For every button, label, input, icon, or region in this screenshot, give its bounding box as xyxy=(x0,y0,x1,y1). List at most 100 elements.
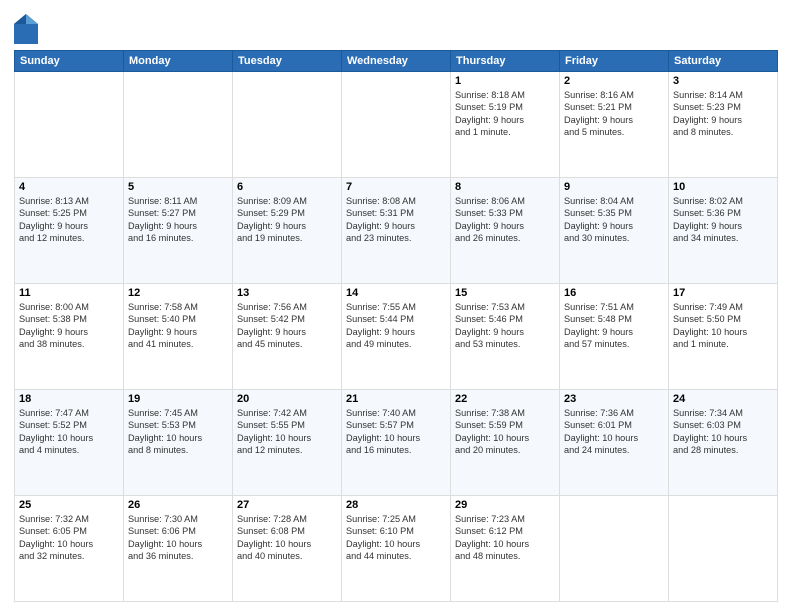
calendar-cell: 24Sunrise: 7:34 AMSunset: 6:03 PMDayligh… xyxy=(669,390,778,496)
calendar-cell xyxy=(560,496,669,602)
calendar-cell: 19 Sunrise: 7:45 AMSunset: 5:53 PMDayligh… xyxy=(124,390,233,496)
calendar-table: SundayMondayTuesdayWednesdayThursdayFrid… xyxy=(14,50,778,602)
calendar-header-saturday: Saturday xyxy=(669,51,778,72)
calendar-cell: 3 Sunrise: 8:14 AMSunset: 5:23 PMDaylight… xyxy=(669,72,778,178)
day-number: 7 xyxy=(346,181,446,193)
calendar-cell xyxy=(15,72,124,178)
day-number: 3 xyxy=(673,75,773,87)
calendar-cell xyxy=(342,72,451,178)
calendar-cell: 13 Sunrise: 7:56 AMSunset: 5:42 PMDayligh… xyxy=(233,284,342,390)
calendar-week-3: 11 Sunrise: 8:00 AMSunset: 5:38 PMDayligh… xyxy=(15,284,778,390)
day-info: Sunrise: 8:02 AMSunset: 5:36 PMDaylight:… xyxy=(673,195,773,245)
logo-icon xyxy=(14,14,38,44)
calendar-cell: 25 Sunrise: 7:32 AMSunset: 6:05 PMDayligh… xyxy=(15,496,124,602)
day-number: 22 xyxy=(455,393,555,405)
calendar-cell: 15 Sunrise: 7:53 AMSunset: 5:46 PMDayligh… xyxy=(451,284,560,390)
calendar-header-thursday: Thursday xyxy=(451,51,560,72)
calendar-cell: 20 Sunrise: 7:42 AMSunset: 5:55 PMDayligh… xyxy=(233,390,342,496)
calendar-cell: 17 Sunrise: 7:49 AMSunset: 5:50 PMDayligh… xyxy=(669,284,778,390)
day-number: 20 xyxy=(237,393,337,405)
day-info: Sunrise: 8:14 AMSunset: 5:23 PMDaylight:… xyxy=(673,89,773,139)
day-number: 11 xyxy=(19,287,119,299)
calendar-week-5: 25 Sunrise: 7:32 AMSunset: 6:05 PMDayligh… xyxy=(15,496,778,602)
day-info: Sunrise: 7:30 AMSunset: 6:06 PMDaylight:… xyxy=(128,513,228,563)
day-info: Sunrise: 8:16 AMSunset: 5:21 PMDaylight:… xyxy=(564,89,664,139)
day-info: Sunrise: 7:49 AMSunset: 5:50 PMDaylight:… xyxy=(673,301,773,351)
day-info: Sunrise: 7:58 AMSunset: 5:40 PMDaylight:… xyxy=(128,301,228,351)
day-number: 28 xyxy=(346,499,446,511)
calendar-week-1: 1 Sunrise: 8:18 AMSunset: 5:19 PMDaylight… xyxy=(15,72,778,178)
day-info: Sunrise: 7:23 AMSunset: 6:12 PMDaylight:… xyxy=(455,513,555,563)
calendar-header-monday: Monday xyxy=(124,51,233,72)
day-number: 2 xyxy=(564,75,664,87)
calendar-header-friday: Friday xyxy=(560,51,669,72)
calendar-cell: 27 Sunrise: 7:28 AMSunset: 6:08 PMDayligh… xyxy=(233,496,342,602)
calendar-cell: 2 Sunrise: 8:16 AMSunset: 5:21 PMDaylight… xyxy=(560,72,669,178)
day-number: 4 xyxy=(19,181,119,193)
day-number: 19 xyxy=(128,393,228,405)
day-info: Sunrise: 7:53 AMSunset: 5:46 PMDaylight:… xyxy=(455,301,555,351)
calendar-cell: 12 Sunrise: 7:58 AMSunset: 5:40 PMDayligh… xyxy=(124,284,233,390)
day-number: 25 xyxy=(19,499,119,511)
day-info: Sunrise: 8:00 AMSunset: 5:38 PMDaylight:… xyxy=(19,301,119,351)
day-number: 23 xyxy=(564,393,664,405)
calendar-cell: 10 Sunrise: 8:02 AMSunset: 5:36 PMDayligh… xyxy=(669,178,778,284)
calendar-cell: 21 Sunrise: 7:40 AMSunset: 5:57 PMDayligh… xyxy=(342,390,451,496)
calendar-cell xyxy=(669,496,778,602)
header xyxy=(14,10,778,44)
calendar-cell xyxy=(124,72,233,178)
day-number: 21 xyxy=(346,393,446,405)
day-number: 29 xyxy=(455,499,555,511)
day-number: 6 xyxy=(237,181,337,193)
day-number: 12 xyxy=(128,287,228,299)
day-info: Sunrise: 7:56 AMSunset: 5:42 PMDaylight:… xyxy=(237,301,337,351)
day-info: Sunrise: 7:34 AMSunset: 6:03 PMDaylight:… xyxy=(673,407,773,457)
day-info: Sunrise: 8:08 AMSunset: 5:31 PMDaylight:… xyxy=(346,195,446,245)
day-info: Sunrise: 7:47 AMSunset: 5:52 PMDaylight:… xyxy=(19,407,119,457)
page: SundayMondayTuesdayWednesdayThursdayFrid… xyxy=(0,0,792,612)
calendar-cell: 18Sunrise: 7:47 AMSunset: 5:52 PMDayligh… xyxy=(15,390,124,496)
day-info: Sunrise: 7:51 AMSunset: 5:48 PMDaylight:… xyxy=(564,301,664,351)
day-info: Sunrise: 7:45 AMSunset: 5:53 PMDaylight:… xyxy=(128,407,228,457)
day-number: 8 xyxy=(455,181,555,193)
calendar-cell: 26Sunrise: 7:30 AMSunset: 6:06 PMDayligh… xyxy=(124,496,233,602)
calendar-cell: 16 Sunrise: 7:51 AMSunset: 5:48 PMDayligh… xyxy=(560,284,669,390)
calendar-header-sunday: Sunday xyxy=(15,51,124,72)
calendar-week-2: 4 Sunrise: 8:13 AMSunset: 5:25 PMDaylight… xyxy=(15,178,778,284)
calendar-cell: 6 Sunrise: 8:09 AMSunset: 5:29 PMDaylight… xyxy=(233,178,342,284)
day-info: Sunrise: 7:42 AMSunset: 5:55 PMDaylight:… xyxy=(237,407,337,457)
day-info: Sunrise: 7:40 AMSunset: 5:57 PMDaylight:… xyxy=(346,407,446,457)
day-info: Sunrise: 8:18 AMSunset: 5:19 PMDaylight:… xyxy=(455,89,555,139)
calendar-cell: 29 Sunrise: 7:23 AMSunset: 6:12 PMDayligh… xyxy=(451,496,560,602)
calendar-cell: 4 Sunrise: 8:13 AMSunset: 5:25 PMDaylight… xyxy=(15,178,124,284)
logo xyxy=(14,14,40,44)
day-number: 13 xyxy=(237,287,337,299)
day-number: 1 xyxy=(455,75,555,87)
calendar-cell: 11 Sunrise: 8:00 AMSunset: 5:38 PMDayligh… xyxy=(15,284,124,390)
day-number: 17 xyxy=(673,287,773,299)
calendar-cell xyxy=(233,72,342,178)
day-number: 27 xyxy=(237,499,337,511)
day-info: Sunrise: 7:25 AMSunset: 6:10 PMDaylight:… xyxy=(346,513,446,563)
calendar-cell: 14Sunrise: 7:55 AMSunset: 5:44 PMDayligh… xyxy=(342,284,451,390)
day-info: Sunrise: 8:11 AMSunset: 5:27 PMDaylight:… xyxy=(128,195,228,245)
day-info: Sunrise: 8:04 AMSunset: 5:35 PMDaylight:… xyxy=(564,195,664,245)
calendar-header-wednesday: Wednesday xyxy=(342,51,451,72)
day-number: 16 xyxy=(564,287,664,299)
calendar-cell: 5Sunrise: 8:11 AMSunset: 5:27 PMDaylight… xyxy=(124,178,233,284)
day-number: 14 xyxy=(346,287,446,299)
calendar-cell: 1 Sunrise: 8:18 AMSunset: 5:19 PMDaylight… xyxy=(451,72,560,178)
calendar-header-row: SundayMondayTuesdayWednesdayThursdayFrid… xyxy=(15,51,778,72)
day-info: Sunrise: 8:09 AMSunset: 5:29 PMDaylight:… xyxy=(237,195,337,245)
calendar-cell: 23 Sunrise: 7:36 AMSunset: 6:01 PMDayligh… xyxy=(560,390,669,496)
day-number: 15 xyxy=(455,287,555,299)
calendar-header-tuesday: Tuesday xyxy=(233,51,342,72)
day-info: Sunrise: 7:28 AMSunset: 6:08 PMDaylight:… xyxy=(237,513,337,563)
day-info: Sunrise: 8:13 AMSunset: 5:25 PMDaylight:… xyxy=(19,195,119,245)
calendar-cell: 8Sunrise: 8:06 AMSunset: 5:33 PMDaylight… xyxy=(451,178,560,284)
calendar-cell: 9Sunrise: 8:04 AMSunset: 5:35 PMDaylight… xyxy=(560,178,669,284)
day-number: 10 xyxy=(673,181,773,193)
day-info: Sunrise: 7:32 AMSunset: 6:05 PMDaylight:… xyxy=(19,513,119,563)
calendar-cell: 28 Sunrise: 7:25 AMSunset: 6:10 PMDayligh… xyxy=(342,496,451,602)
day-info: Sunrise: 7:36 AMSunset: 6:01 PMDaylight:… xyxy=(564,407,664,457)
